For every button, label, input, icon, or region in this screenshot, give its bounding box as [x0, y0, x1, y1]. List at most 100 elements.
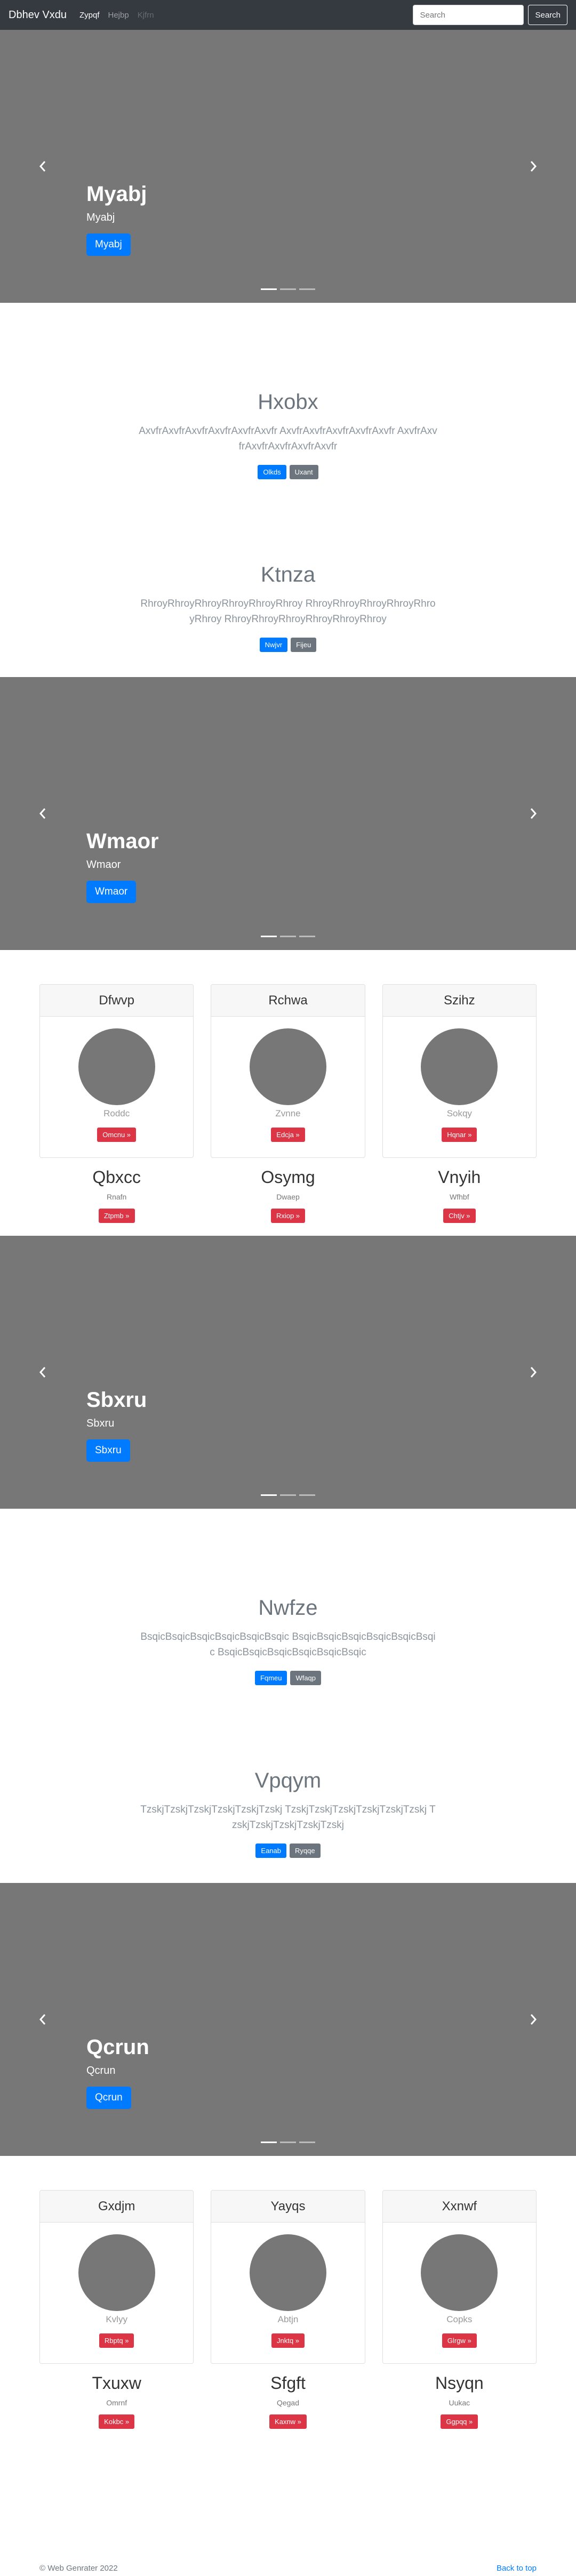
- card-button[interactable]: Rbptq »: [99, 2333, 134, 2348]
- carousel-next-button[interactable]: [523, 1362, 544, 1383]
- jumbotron-secondary-button[interactable]: Fijeu: [291, 638, 317, 652]
- carousel-title: Qcrun: [86, 2035, 149, 2059]
- carousel-indicator[interactable]: [261, 1494, 277, 1496]
- carousel-next-button[interactable]: [523, 2009, 544, 2030]
- chevron-right-icon: [530, 1367, 537, 1378]
- column: Qbxcc Rnafn Ztpmb »: [39, 1168, 194, 1223]
- column-title: Nsyqn: [435, 2373, 484, 2393]
- jumbotron-4: Vpqym TzskjTzskjTzskjTzskjTzskjTzskj Tzs…: [0, 1712, 576, 1883]
- carousel-next-button[interactable]: [523, 156, 544, 177]
- column-title: Vnyih: [438, 1168, 481, 1187]
- search-input[interactable]: [413, 5, 524, 25]
- carousel-indicator[interactable]: [299, 288, 315, 290]
- carousel-button[interactable]: Wmaor: [86, 881, 137, 903]
- carousel-button[interactable]: Qcrun: [86, 2087, 131, 2109]
- chevron-right-icon: [530, 161, 537, 172]
- card-text: Roddc: [103, 1108, 130, 1118]
- carousel-indicator[interactable]: [299, 2142, 315, 2143]
- jumbotron-buttons: Fqmeu Wfaqp: [0, 1671, 576, 1685]
- carousel-title: Myabj: [86, 182, 147, 206]
- search-button[interactable]: Search: [528, 5, 567, 25]
- jumbotron-secondary-button[interactable]: Wfaqp: [290, 1671, 322, 1685]
- jumbotron-3: Nwfze BsqicBsqicBsqicBsqicBsqicBsqic Bsq…: [0, 1509, 576, 1712]
- back-to-top-link[interactable]: Back to top: [497, 2564, 537, 2573]
- jumbotron-secondary-button[interactable]: Ryqqe: [290, 1844, 321, 1858]
- column-text: Dwaep: [276, 1193, 300, 1201]
- card-text: Abtjn: [277, 2314, 299, 2324]
- column-button[interactable]: Kaxnw »: [269, 2414, 307, 2429]
- carousel-4: Qcrun Qcrun Qcrun: [0, 1883, 576, 2156]
- card-button[interactable]: Jnktq »: [271, 2333, 305, 2348]
- card-image-placeholder: [421, 1028, 498, 1105]
- carousel-indicator[interactable]: [299, 1494, 315, 1496]
- nav-link-2[interactable]: Hejbp: [108, 11, 129, 20]
- nav-link-1[interactable]: Zypqf: [79, 11, 100, 20]
- carousel-indicators: [261, 2142, 315, 2143]
- carousel-subtitle: Wmaor: [86, 859, 121, 871]
- jumbotron-secondary-button[interactable]: Uxant: [289, 465, 318, 479]
- carousel-prev-button[interactable]: [32, 156, 53, 177]
- card-image-placeholder: [421, 2234, 498, 2311]
- carousel-indicator[interactable]: [280, 288, 296, 290]
- card: Yayqs Abtjn Jnktq »: [211, 2190, 365, 2364]
- card: Rchwa Zvnne Edcja »: [211, 984, 365, 1158]
- carousel-3: Sbxru Sbxru Sbxru: [0, 1236, 576, 1509]
- carousel-prev-button[interactable]: [32, 1362, 53, 1383]
- chevron-left-icon: [39, 2014, 46, 2025]
- card: Szihz Sokqy Hqnar »: [382, 984, 537, 1158]
- card-section-1: Dfwvp Roddc Omcnu » Rchwa Zvnne Edcja » …: [0, 950, 576, 1236]
- column: Nsyqn Uukac Ggpqq »: [382, 2373, 537, 2429]
- carousel-caption: Wmaor Wmaor Wmaor: [86, 830, 159, 903]
- carousel-indicator[interactable]: [261, 288, 277, 290]
- card-body: Zvnne Edcja »: [211, 1017, 364, 1142]
- card-header: Szihz: [382, 985, 536, 1017]
- carousel-caption: Sbxru Sbxru Sbxru: [86, 1388, 147, 1462]
- carousel-indicators: [261, 1494, 315, 1496]
- carousel-caption: Myabj Myabj Myabj: [86, 182, 147, 256]
- carousel-indicator[interactable]: [261, 936, 277, 937]
- carousel-indicators: [261, 288, 315, 290]
- carousel-indicator[interactable]: [261, 2142, 277, 2143]
- card-button[interactable]: Edcja »: [271, 1128, 305, 1142]
- navbar-brand[interactable]: Dbhev Vxdu: [9, 9, 67, 21]
- card-image-placeholder: [249, 1028, 326, 1105]
- card-row: Dfwvp Roddc Omcnu » Rchwa Zvnne Edcja » …: [0, 984, 576, 1158]
- footer: © Web Genrater 2022 Back to top: [0, 2553, 576, 2576]
- carousel-indicator[interactable]: [299, 936, 315, 937]
- nav-link-3[interactable]: Kjfrn: [138, 11, 154, 20]
- chevron-right-icon: [530, 2014, 537, 2025]
- carousel-prev-button[interactable]: [32, 2009, 53, 2030]
- carousel-indicator[interactable]: [280, 1494, 296, 1496]
- card: Xxnwf Copks Glrgw »: [382, 2190, 537, 2364]
- column-text: Rnafn: [106, 1193, 127, 1201]
- jumbotron-primary-button[interactable]: Nwjvr: [259, 638, 288, 652]
- carousel-title: Wmaor: [86, 830, 159, 853]
- card-button[interactable]: Glrgw »: [442, 2333, 477, 2348]
- carousel-indicator[interactable]: [280, 2142, 296, 2143]
- jumbotron-primary-button[interactable]: Olkds: [258, 465, 286, 479]
- card-button[interactable]: Hqnar »: [442, 1128, 477, 1142]
- carousel-prev-button[interactable]: [32, 803, 53, 824]
- column-button[interactable]: Ztpmb »: [98, 1209, 135, 1223]
- column-button[interactable]: Rxiop »: [270, 1209, 306, 1223]
- column-button[interactable]: Kokbc »: [99, 2414, 135, 2429]
- carousel-caption: Qcrun Qcrun Qcrun: [86, 2035, 149, 2109]
- card-header: Yayqs: [211, 2191, 365, 2223]
- carousel-indicator[interactable]: [280, 936, 296, 937]
- card: Gxdjm Kvlyy Rbptq »: [39, 2190, 194, 2364]
- card-text: Kvlyy: [106, 2314, 127, 2324]
- jumbotron-primary-button[interactable]: Eanab: [255, 1844, 286, 1858]
- card-text: Sokqy: [446, 1108, 472, 1118]
- carousel-button[interactable]: Sbxru: [86, 1439, 130, 1462]
- card-button[interactable]: Omcnu »: [97, 1128, 137, 1142]
- card-image-placeholder: [78, 1028, 155, 1105]
- jumbotron-primary-button[interactable]: Fqmeu: [254, 1671, 287, 1685]
- carousel-button[interactable]: Myabj: [86, 234, 131, 256]
- card-header: Dfwvp: [40, 985, 194, 1017]
- chevron-left-icon: [39, 808, 46, 819]
- card-body: Abtjn Jnktq »: [211, 2223, 364, 2348]
- carousel-next-button[interactable]: [523, 803, 544, 824]
- carousel-subtitle: Myabj: [86, 212, 115, 223]
- column-button[interactable]: Chtjv »: [443, 1209, 476, 1223]
- column-button[interactable]: Ggpqq »: [441, 2414, 478, 2429]
